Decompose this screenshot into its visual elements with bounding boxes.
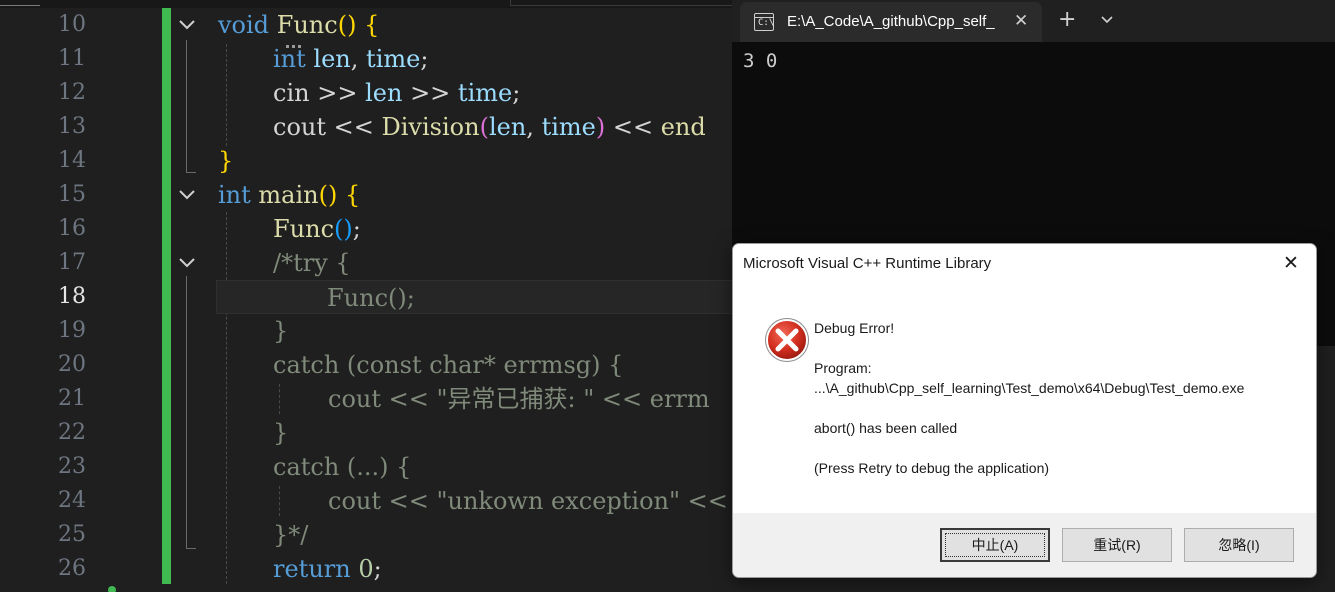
retry-hint: (Press Retry to debug the application) xyxy=(814,460,1050,476)
terminal-tab-title: E:\A_Code\A_github\Cpp_self_ xyxy=(787,13,995,30)
terminal-icon: C:\ xyxy=(754,13,774,31)
indent-guide xyxy=(279,384,280,414)
code-line-current[interactable]: Func(); xyxy=(216,280,732,314)
line-number: 21 xyxy=(58,386,86,411)
fold-chevron-icon[interactable] xyxy=(176,15,198,35)
indent-guide xyxy=(226,44,227,146)
code-line[interactable]: cin >> len >> time; xyxy=(273,76,520,110)
error-message: abort() has been called xyxy=(814,420,958,436)
fold-chevron-icon[interactable] xyxy=(176,185,198,205)
fold-region-line xyxy=(186,276,187,548)
line-number: 13 xyxy=(58,114,86,139)
line-number: 22 xyxy=(58,420,86,445)
code-line[interactable]: int main() { xyxy=(218,178,360,212)
program-label: Program: xyxy=(814,360,872,376)
error-heading: Debug Error! xyxy=(814,320,895,336)
editor-tab-fragment[interactable] xyxy=(0,0,40,6)
code-editor[interactable]: 10 11 12 13 14 15 16 17 18 19 20 21 22 2… xyxy=(0,0,732,592)
fold-region-end xyxy=(186,172,196,173)
fold-region-end xyxy=(186,548,196,549)
line-number: 16 xyxy=(58,216,86,241)
error-icon xyxy=(763,316,811,364)
code-line[interactable]: void Func() { xyxy=(218,8,379,42)
new-tab-button[interactable]: + xyxy=(1058,8,1076,32)
close-tab-icon[interactable]: ✕ xyxy=(1014,11,1028,31)
runtime-error-dialog[interactable]: Microsoft Visual C++ Runtime Library ✕ D… xyxy=(732,243,1317,578)
line-number: 11 xyxy=(58,46,86,71)
program-path: ...\A_github\Cpp_self_learning\Test_demo… xyxy=(814,380,1245,396)
chevron-down-icon[interactable] xyxy=(1100,12,1114,26)
terminal-tab[interactable]: C:\ E:\A_Code\A_github\Cpp_self_ ✕ xyxy=(740,2,1042,42)
fold-region-line xyxy=(186,40,187,172)
line-number: 17 xyxy=(58,250,86,275)
code-line-comment[interactable]: } xyxy=(273,314,288,348)
line-number: 24 xyxy=(58,488,86,513)
status-dot xyxy=(108,586,116,592)
line-number: 25 xyxy=(58,522,86,547)
code-line-comment[interactable]: }*/ xyxy=(273,518,308,552)
code-line-comment[interactable]: cout << "异常已捕获: " << errm xyxy=(328,382,710,416)
editor-tab-fragment[interactable] xyxy=(510,0,732,6)
fold-chevron-icon[interactable] xyxy=(176,253,198,273)
code-line-comment[interactable]: } xyxy=(273,416,288,450)
change-indicator-bar xyxy=(162,8,171,584)
line-number: 20 xyxy=(58,352,86,377)
retry-button[interactable]: 重试(R) xyxy=(1062,528,1172,562)
code-line-comment[interactable]: catch (...) { xyxy=(273,450,411,484)
dialog-title: Microsoft Visual C++ Runtime Library xyxy=(743,255,992,272)
code-line[interactable]: return 0; xyxy=(273,552,382,586)
terminal-output: 3 0 xyxy=(743,50,778,72)
code-line-comment[interactable]: cout << "unkown exception" << xyxy=(328,484,728,518)
line-number-active: 18 xyxy=(58,284,86,309)
code-line[interactable]: int len, time; xyxy=(273,42,428,76)
dialog-button-bar: 中止(A) 重试(R) 忽略(I) xyxy=(733,513,1316,577)
terminal-tab-bar: C:\ E:\A_Code\A_github\Cpp_self_ ✕ + xyxy=(732,0,1335,42)
line-number: 10 xyxy=(58,12,86,37)
line-number-gutter: 10 11 12 13 14 15 16 17 18 19 20 21 22 2… xyxy=(0,8,160,592)
dialog-titlebar[interactable]: Microsoft Visual C++ Runtime Library ✕ xyxy=(733,244,1316,285)
editor-bottom-edge xyxy=(0,584,732,592)
ignore-button[interactable]: 忽略(I) xyxy=(1184,528,1294,562)
line-number: 23 xyxy=(58,454,86,479)
line-number: 12 xyxy=(58,80,86,105)
dialog-body: Debug Error! Program: ...\A_github\Cpp_s… xyxy=(733,285,1316,513)
line-number: 14 xyxy=(58,148,86,173)
code-line-comment[interactable]: catch (const char* errmsg) { xyxy=(273,348,623,382)
code-line[interactable]: } xyxy=(218,144,233,178)
abort-button[interactable]: 中止(A) xyxy=(940,528,1050,562)
indent-guide xyxy=(279,486,280,516)
code-line-comment[interactable]: /*try { xyxy=(273,246,351,280)
line-number: 19 xyxy=(58,318,86,343)
code-line[interactable]: cout << Division(len, time) << end xyxy=(273,110,706,144)
indent-guide xyxy=(226,212,227,584)
line-number: 15 xyxy=(58,182,86,207)
code-line[interactable]: Func(); xyxy=(273,212,361,246)
editor-tab-strip xyxy=(0,0,732,8)
close-icon[interactable]: ✕ xyxy=(1283,252,1299,274)
line-number: 26 xyxy=(58,556,86,581)
